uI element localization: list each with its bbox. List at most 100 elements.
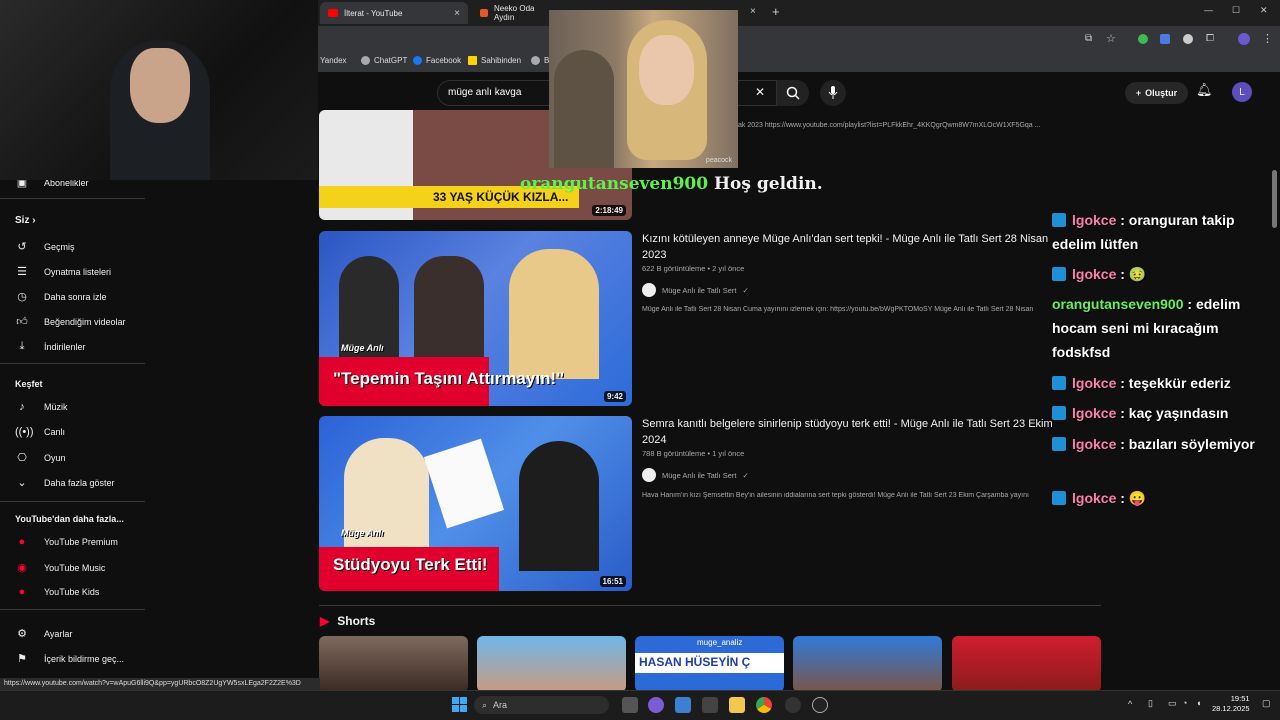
channel-avatar	[642, 468, 656, 482]
chat-badge-icon	[1052, 267, 1066, 281]
tab-youtube[interactable]: İlterat - YouTube ×	[320, 2, 468, 24]
tray-icon[interactable]: ▯	[1148, 698, 1153, 709]
sidebar-item-gaming[interactable]: ⎔ Oyun	[15, 451, 65, 464]
short-thumbnail[interactable]: muge_analiz HASAN HÜSEYİN Ç	[635, 636, 784, 692]
video-description: Müge Anlı ile Tatlı Sert 28 Nisan Cuma y…	[642, 306, 1034, 313]
tray-icon[interactable]: ▭	[1168, 698, 1177, 709]
video-duration: 9:42	[603, 391, 626, 402]
sidebar-item-show-more[interactable]: ⌄ Daha fazla göster	[15, 476, 114, 489]
chatgpt-icon	[361, 56, 370, 65]
video-title[interactable]: Semra kanıtlı belgelere sinirlenip stüdy…	[642, 416, 1062, 448]
streamer-webcam	[0, 0, 318, 180]
sidebar-item-music[interactable]: ♪ Müzik	[15, 401, 67, 413]
extensions-puzzle-icon[interactable]: ⧠	[1206, 33, 1214, 44]
video-duration: 2:18:49	[592, 205, 626, 216]
divider	[0, 609, 145, 610]
voice-search-button[interactable]	[820, 80, 846, 106]
app-icon[interactable]	[648, 697, 664, 713]
volume-icon[interactable]: ◖	[1196, 698, 1201, 708]
minimize-button[interactable]: —	[1204, 5, 1213, 15]
taskbar-clock[interactable]: 19:51 28.12.2025	[1212, 694, 1250, 714]
short-thumbnail[interactable]	[319, 636, 468, 692]
short-thumbnail[interactable]	[477, 636, 626, 692]
playlist-link-text[interactable]: ak 2023 https://www.youtube.com/playlist…	[738, 122, 1040, 129]
search-button[interactable]	[777, 80, 809, 106]
gear-icon: ⚙	[17, 628, 27, 640]
tray-chevron-icon[interactable]: ^	[1128, 699, 1132, 709]
sidebar-item-report[interactable]: ⚑ İçerik bildirme geç...	[15, 652, 124, 665]
sidebar-item-live[interactable]: ((•)) Canlı	[15, 426, 65, 438]
bookmark-chatgpt[interactable]: ChatGPT	[361, 56, 407, 65]
close-window-button[interactable]: ✕	[1260, 5, 1268, 16]
taskbar-search[interactable]: ⌕ Ara	[474, 696, 609, 714]
extension-icon[interactable]	[1160, 34, 1170, 44]
thumbs-up-icon: 👍︎	[16, 316, 28, 328]
brand-watermark: Müge Anlı	[341, 343, 384, 353]
bookmark-other[interactable]: B	[531, 56, 549, 65]
sidebar-item-playlists[interactable]: ☰ Oynatma listeleri	[15, 265, 111, 278]
popup-video-overlay: peacock	[549, 10, 738, 168]
chrome-icon[interactable]	[756, 697, 772, 713]
tab-label: Neeko Oda Aydın	[494, 4, 535, 22]
app-icon[interactable]	[785, 697, 801, 713]
sidebar-item-settings[interactable]: ⚙ Ayarlar	[15, 627, 72, 640]
youtube-premium-icon: ●	[18, 536, 26, 548]
windows-start-icon[interactable]	[452, 697, 467, 712]
facebook-icon	[413, 56, 422, 65]
channel-link[interactable]: Müge Anlı ile Tatlı Sert ✓	[642, 283, 749, 297]
sidebar-item-music-app[interactable]: ◉ YouTube Music	[15, 561, 105, 574]
media-player-icon[interactable]	[812, 697, 828, 713]
video-thumbnail[interactable]: Müge Anlı Stüdyoyu Terk Etti! 16:51	[319, 416, 632, 591]
sidebar-section-explore: Keşfet	[15, 379, 43, 389]
short-thumbnail[interactable]	[952, 636, 1101, 692]
sidebar-section-you[interactable]: Siz ›	[15, 215, 36, 226]
install-icon[interactable]: ⧉	[1085, 33, 1092, 44]
notification-center-icon[interactable]: ▢	[1262, 698, 1271, 709]
channel-link[interactable]: Müge Anlı ile Tatlı Sert ✓	[642, 468, 749, 482]
sidebar-item-downloads[interactable]: ⤓ İndirilenler	[15, 340, 86, 353]
bookmark-facebook[interactable]: Facebook	[413, 56, 461, 65]
task-view-icon[interactable]	[622, 697, 638, 713]
bookmark-icon	[531, 56, 540, 65]
short-thumbnail[interactable]	[793, 636, 942, 692]
sidebar-item-kids[interactable]: ● YouTube Kids	[15, 586, 100, 598]
clock-icon: ◷	[17, 291, 27, 303]
account-avatar[interactable]: L	[1232, 82, 1252, 102]
file-explorer-icon[interactable]	[729, 697, 745, 713]
notifications-bell-icon[interactable]: 🔔︎	[1196, 82, 1213, 98]
chevron-right-icon: ›	[32, 215, 36, 226]
scrollbar[interactable]	[1272, 170, 1277, 228]
tab-close-icon[interactable]: ×	[454, 8, 460, 19]
search-icon: ⌕	[482, 699, 488, 710]
chat-badge-icon	[1052, 376, 1066, 390]
bookmark-star-icon[interactable]: ☆	[1106, 32, 1116, 45]
short-caption: muge_analiz	[697, 638, 743, 647]
wifi-icon[interactable]: ◔	[1182, 698, 1187, 708]
sidebar-item-history[interactable]: ↺ Geçmiş	[15, 240, 74, 253]
app-icon[interactable]	[702, 697, 718, 713]
menu-kebab-icon[interactable]: ⋮	[1262, 32, 1273, 45]
extension-icon[interactable]	[1183, 34, 1193, 44]
bookmark-yandex[interactable]: Yandex	[320, 56, 347, 65]
tab-neeko[interactable]: Neeko Oda Aydın	[472, 2, 552, 24]
video-title[interactable]: Kızını kötüleyen anneye Müge Anlı'dan se…	[642, 231, 1062, 263]
chat-message: lgokce : oranguran takip edelim lütfen	[1052, 212, 1235, 252]
new-tab-button[interactable]: +	[772, 4, 780, 19]
live-icon: ((•))	[15, 426, 34, 438]
divider	[0, 501, 145, 502]
sidebar-item-premium[interactable]: ● YouTube Premium	[15, 536, 118, 548]
sidebar-item-watch-later[interactable]: ◷ Daha sonra izle	[15, 290, 106, 303]
extension-icon[interactable]	[1138, 34, 1148, 44]
tab-close-icon[interactable]: ×	[750, 6, 756, 17]
profile-icon[interactable]	[1238, 33, 1250, 45]
create-button[interactable]: + Oluştur	[1125, 82, 1188, 104]
chat-message: lgokce : bazıları söylemiyor	[1052, 432, 1277, 456]
history-icon: ↺	[17, 241, 27, 253]
sidebar-item-liked[interactable]: 👍︎ Beğendiğim videolar	[15, 315, 125, 328]
video-thumbnail[interactable]: Müge Anlı "Tepemin Taşını Attırmayın!" 9…	[319, 231, 632, 406]
settings-app-icon[interactable]	[675, 697, 691, 713]
clear-search-icon[interactable]: ✕	[755, 85, 765, 99]
maximize-button[interactable]: ☐	[1232, 5, 1240, 16]
bookmark-sahibinden[interactable]: Sahibinden	[468, 56, 521, 65]
playlists-icon: ☰	[17, 266, 27, 278]
